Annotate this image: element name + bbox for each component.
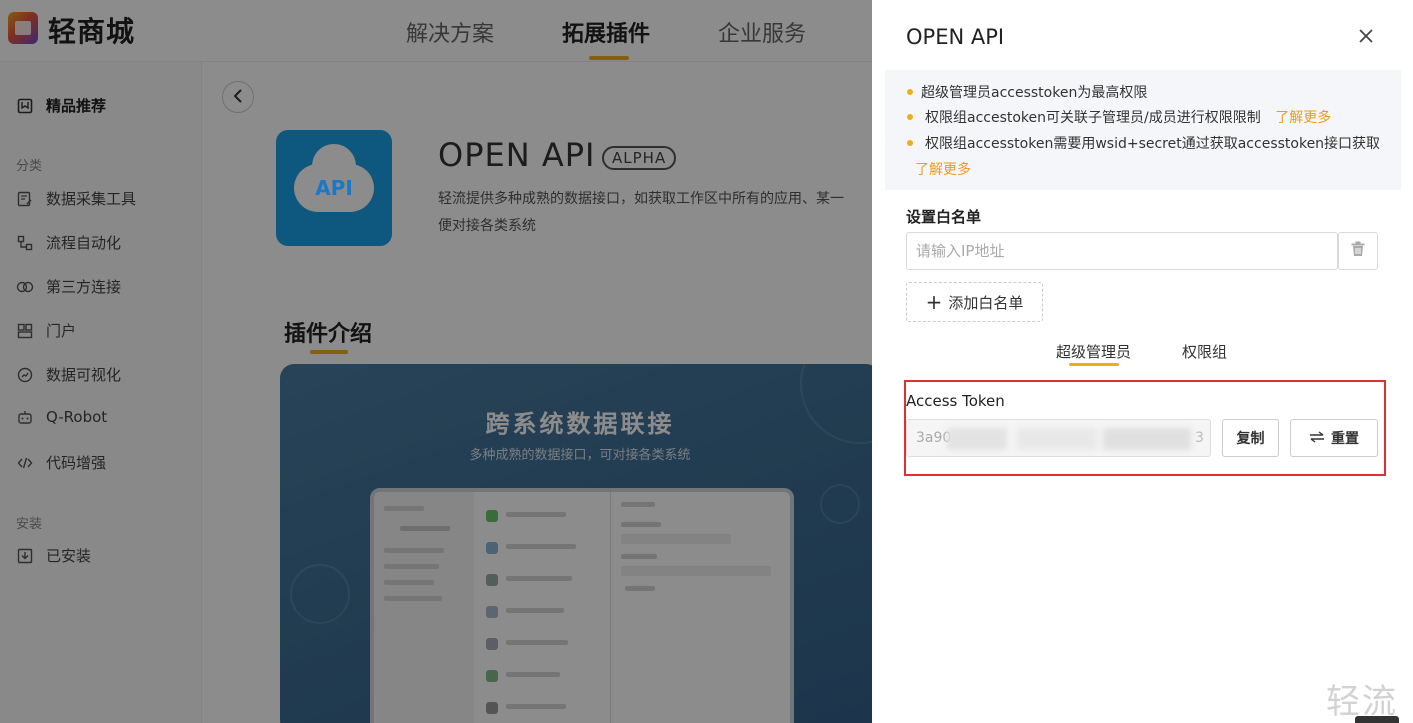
modal-overlay[interactable] bbox=[0, 0, 872, 723]
tab-super-admin[interactable]: 超级管理员 bbox=[1056, 341, 1131, 362]
drawer-title: OPEN API bbox=[906, 25, 1005, 49]
access-token-field[interactable]: 3a90 3 bbox=[906, 419, 1211, 457]
learn-more-link[interactable]: 了解更多 bbox=[915, 162, 971, 178]
notice-item: 权限组accesstoken需要用wsid+secret通过获取accessto… bbox=[925, 136, 1381, 152]
access-token-label: Access Token bbox=[906, 392, 1005, 410]
blurred-token bbox=[1017, 428, 1097, 450]
bullet-dot bbox=[907, 140, 913, 146]
notice-item-continued: 了解更多 bbox=[915, 159, 971, 179]
active-tab-indicator bbox=[1069, 363, 1119, 366]
blurred-token bbox=[947, 428, 1007, 450]
add-whitelist-button[interactable]: + 添加白名单 bbox=[906, 282, 1043, 322]
notice-item: 超级管理员accesstoken为最高权限 bbox=[921, 85, 1148, 101]
swap-arrows-icon bbox=[1309, 429, 1325, 447]
token-value-suffix: 3 bbox=[1195, 430, 1204, 446]
notice-item: 权限组accestoken可关联子管理员/成员进行权限限制 了解更多 bbox=[925, 110, 1332, 126]
ip-address-input[interactable] bbox=[906, 232, 1338, 270]
tab-permission-group[interactable]: 权限组 bbox=[1182, 341, 1227, 362]
bullet-dot bbox=[907, 114, 913, 120]
close-button[interactable] bbox=[1354, 24, 1378, 48]
reset-token-button[interactable]: 重置 bbox=[1290, 419, 1378, 457]
learn-more-link[interactable]: 了解更多 bbox=[1275, 110, 1331, 126]
bullet-dot bbox=[907, 89, 913, 95]
blurred-token bbox=[1103, 428, 1191, 450]
copy-token-button[interactable]: 复制 bbox=[1222, 419, 1279, 457]
close-icon bbox=[1359, 24, 1373, 49]
trash-icon bbox=[1351, 241, 1365, 261]
delete-ip-button[interactable] bbox=[1338, 232, 1378, 270]
plus-icon: + bbox=[925, 290, 943, 314]
open-api-drawer: OPEN API 超级管理员accesstoken为最高权限 权限组accest… bbox=[872, 0, 1413, 723]
whitelist-label: 设置白名单 bbox=[906, 208, 982, 226]
permission-notice-box: 超级管理员accesstoken为最高权限 权限组accestoken可关联子管… bbox=[885, 70, 1401, 190]
corner-chip bbox=[1355, 716, 1399, 723]
